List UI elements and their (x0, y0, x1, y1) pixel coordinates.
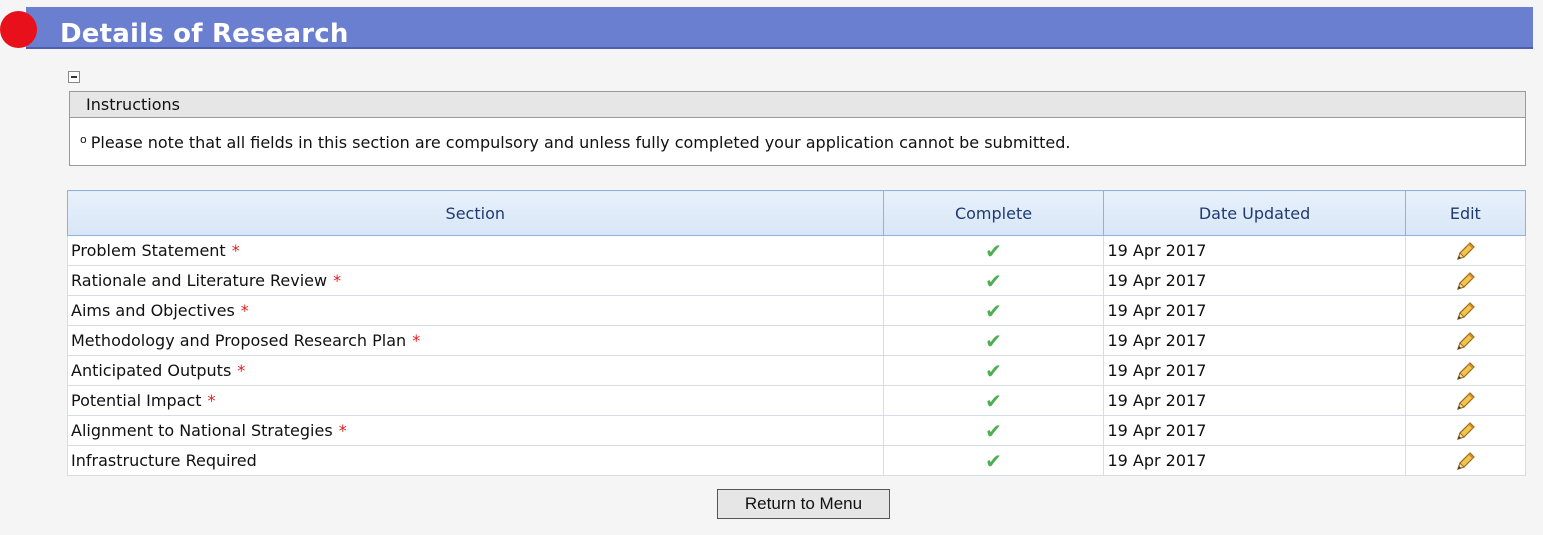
instructions-heading: Instructions (70, 92, 1525, 118)
required-asterisk: * (237, 361, 246, 380)
pencil-icon[interactable] (1453, 330, 1477, 352)
section-cell: Potential Impact * (67, 385, 884, 416)
required-asterisk: * (207, 391, 216, 410)
table-row: Problem Statement * ✔ 19 Apr 2017 (67, 235, 1527, 266)
date-updated-cell: 19 Apr 2017 (1103, 355, 1406, 386)
date-updated-cell: 19 Apr 2017 (1103, 415, 1406, 446)
sections-table-body: Problem Statement * ✔ 19 Apr 2017 Rationale … (67, 235, 1527, 476)
required-asterisk: * (412, 331, 421, 350)
pencil-icon[interactable] (1453, 240, 1477, 262)
pencil-icon[interactable] (1453, 360, 1477, 382)
collapse-minus-icon[interactable] (68, 71, 80, 83)
pencil-icon[interactable] (1453, 390, 1477, 412)
complete-cell: ✔ (882, 415, 1105, 446)
complete-cell: ✔ (882, 385, 1105, 416)
table-row: Potential Impact * ✔ 19 Apr 2017 (67, 385, 1527, 416)
section-name: Rationale and Literature Review (71, 271, 328, 290)
section-cell: Infrastructure Required (67, 445, 884, 476)
section-cell: Aims and Objectives * (67, 295, 884, 326)
required-asterisk: * (240, 301, 249, 320)
required-asterisk: * (231, 241, 240, 260)
check-icon: ✔ (985, 358, 1002, 383)
check-icon: ✔ (985, 388, 1002, 413)
edit-cell (1404, 415, 1527, 446)
complete-cell: ✔ (882, 235, 1105, 266)
column-header-date-updated: Date Updated (1103, 190, 1406, 236)
complete-cell: ✔ (882, 325, 1105, 356)
check-icon: ✔ (985, 328, 1002, 353)
edit-cell (1404, 445, 1527, 476)
table-row: Aims and Objectives * ✔ 19 Apr 2017 (67, 295, 1527, 326)
section-name: Infrastructure Required (71, 451, 257, 470)
edit-cell (1404, 385, 1527, 416)
section-name: Alignment to National Strategies (71, 421, 333, 440)
pencil-icon[interactable] (1453, 300, 1477, 322)
required-asterisk: * (338, 421, 347, 440)
table-row: Anticipated Outputs * ✔ 19 Apr 2017 (67, 355, 1527, 386)
check-icon: ✔ (985, 448, 1002, 473)
section-name: Methodology and Proposed Research Plan (71, 331, 407, 350)
section-cell: Problem Statement * (67, 235, 884, 266)
header-red-dot-icon (0, 11, 37, 48)
table-row: Alignment to National Strategies * ✔ 19 Apr… (67, 415, 1527, 446)
date-updated-cell: 19 Apr 2017 (1103, 385, 1406, 416)
return-to-menu-button[interactable]: Return to Menu (717, 489, 890, 519)
section-cell: Alignment to National Strategies * (67, 415, 884, 446)
instructions-panel: Instructions o Please note that all field… (69, 91, 1526, 166)
section-name: Aims and Objectives (71, 301, 235, 320)
section-name: Potential Impact (71, 391, 202, 410)
column-header-edit: Edit (1404, 190, 1527, 236)
table-row: Infrastructure Required ✔ 19 Apr 2017 (67, 445, 1527, 476)
instructions-text: Please note that all fields in this sect… (90, 133, 1071, 152)
table-row: Methodology and Proposed Research Plan * ✔… (67, 325, 1527, 356)
date-updated-cell: 19 Apr 2017 (1103, 325, 1406, 356)
edit-cell (1404, 295, 1527, 326)
edit-cell (1404, 235, 1527, 266)
check-icon: ✔ (985, 268, 1002, 293)
column-header-complete: Complete (882, 190, 1105, 236)
edit-cell (1404, 325, 1527, 356)
table-row: Rationale and Literature Review * ✔ 19 Apr … (67, 265, 1527, 296)
date-updated-cell: 19 Apr 2017 (1103, 295, 1406, 326)
section-cell: Rationale and Literature Review * (67, 265, 884, 296)
date-updated-cell: 19 Apr 2017 (1103, 265, 1406, 296)
section-name: Anticipated Outputs (71, 361, 232, 380)
sections-table: Section Complete Date Updated Edit Probl… (67, 190, 1527, 476)
edit-cell (1404, 355, 1527, 386)
table-header-row: Section Complete Date Updated Edit (67, 190, 1527, 236)
section-cell: Methodology and Proposed Research Plan * (67, 325, 884, 356)
complete-cell: ✔ (882, 355, 1105, 386)
complete-cell: ✔ (882, 265, 1105, 296)
check-icon: ✔ (985, 238, 1002, 263)
required-asterisk: * (333, 271, 342, 290)
section-cell: Anticipated Outputs * (67, 355, 884, 386)
column-header-section: Section (67, 190, 884, 236)
complete-cell: ✔ (882, 445, 1105, 476)
instructions-body: o Please note that all fields in this sec… (70, 118, 1525, 165)
complete-cell: ✔ (882, 295, 1105, 326)
date-updated-cell: 19 Apr 2017 (1103, 445, 1406, 476)
check-icon: ✔ (985, 418, 1002, 443)
date-updated-cell: 19 Apr 2017 (1103, 235, 1406, 266)
pencil-icon[interactable] (1453, 420, 1477, 442)
instructions-bullet: o (80, 133, 87, 146)
edit-cell (1404, 265, 1527, 296)
pencil-icon[interactable] (1453, 450, 1477, 472)
pencil-icon[interactable] (1453, 270, 1477, 292)
page-title: Details of Research (60, 19, 349, 49)
section-name: Problem Statement (71, 241, 226, 260)
check-icon: ✔ (985, 298, 1002, 323)
